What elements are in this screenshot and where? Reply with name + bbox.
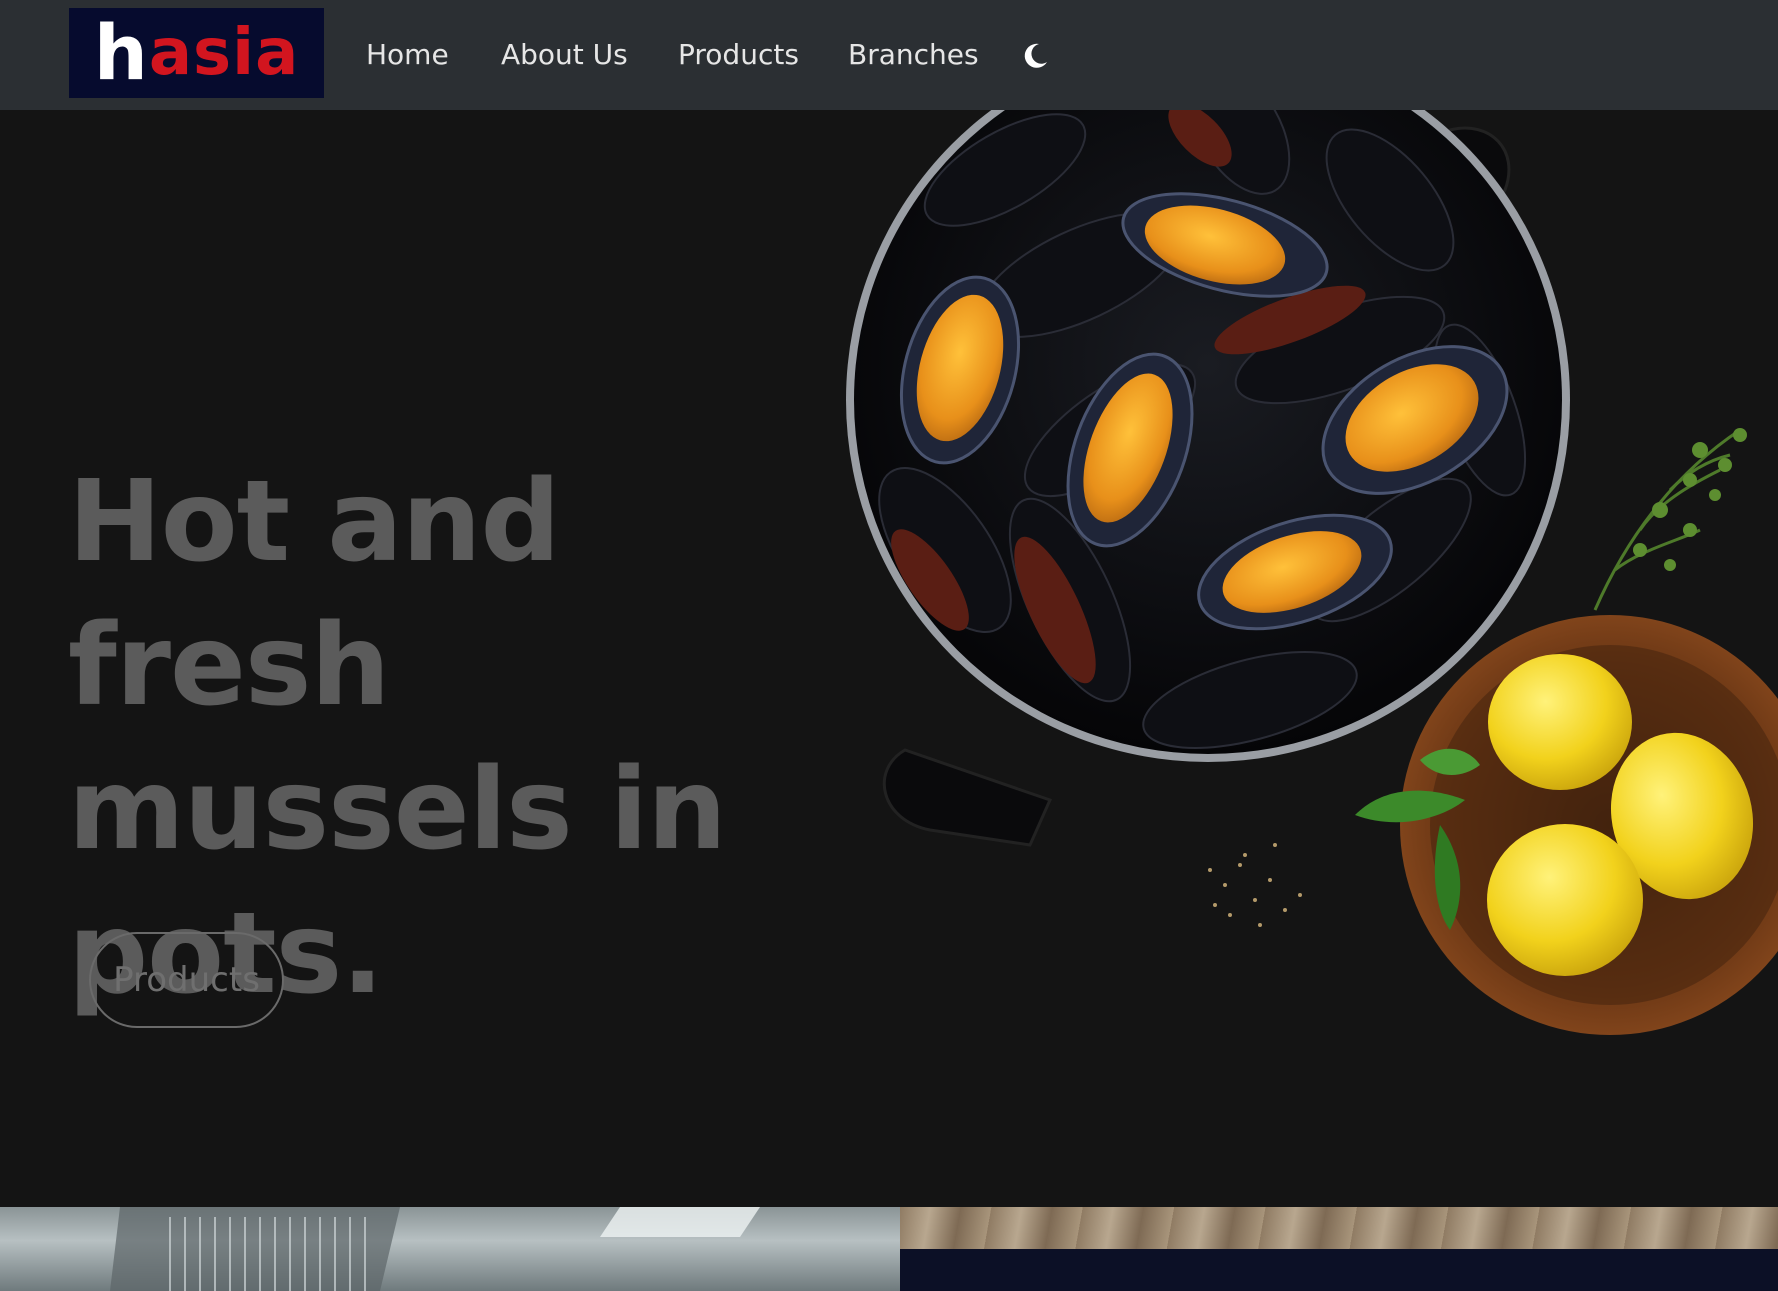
gallery-strip <box>0 1207 1778 1291</box>
logo-letter-h: h <box>93 8 149 97</box>
restaurant-image <box>900 1207 1778 1291</box>
nav-branches[interactable]: Branches <box>848 35 979 75</box>
logo-letters-asia: asia <box>148 16 300 90</box>
thyme-sprig <box>1593 428 1741 611</box>
navbar: h asia Home About Us Products Branches <box>0 0 1778 110</box>
hero-section: Hot and fresh mussels in pots. Products <box>0 110 1778 1207</box>
nav-home[interactable]: Home <box>366 35 449 75</box>
moon-icon[interactable] <box>1019 40 1051 72</box>
nav-about-us[interactable]: About Us <box>501 35 628 75</box>
nav-products[interactable]: Products <box>678 35 799 75</box>
products-button[interactable]: Products <box>89 932 284 1028</box>
kitchen-image <box>0 1207 900 1291</box>
brand-logo[interactable]: h asia <box>69 8 324 98</box>
